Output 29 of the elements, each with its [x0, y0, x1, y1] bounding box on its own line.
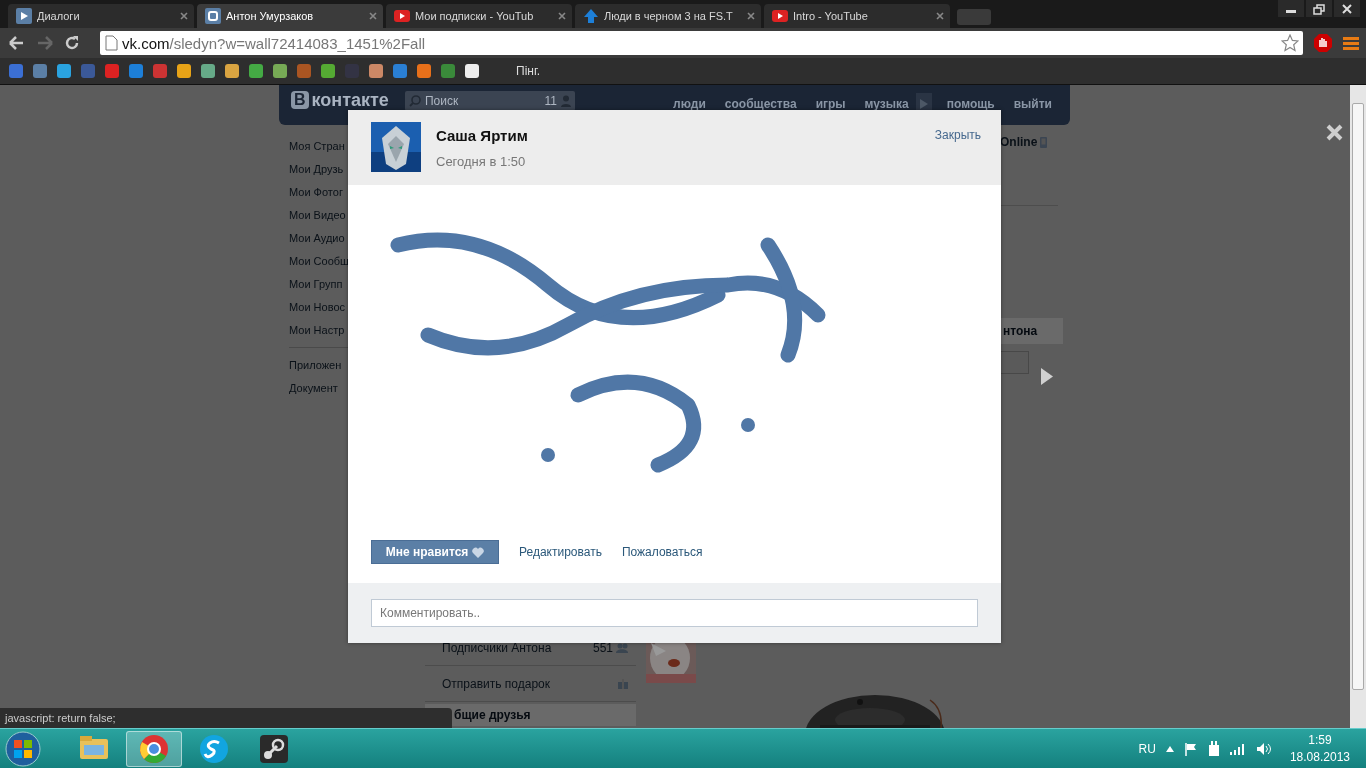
author-name[interactable]: Саша Яртим [436, 127, 528, 144]
like-button[interactable]: Мне нравится [371, 540, 499, 564]
status-tooltip: javascript: return false; [0, 708, 452, 728]
section-heading: бщие друзья [454, 708, 531, 722]
count: 551 [592, 640, 613, 655]
clock[interactable]: 1:59 18.08.2013 [1289, 733, 1350, 764]
profile-link[interactable]: Отправить подарок [425, 666, 636, 702]
nav-link[interactable]: игры [815, 97, 846, 111]
browser-tab[interactable]: Люди в черном 3 на FS.T [575, 4, 761, 28]
bookmark-link[interactable]: Пінг. [516, 64, 541, 78]
browser-tab[interactable]: Диалоги [8, 4, 194, 28]
action-link[interactable]: Редактировать [519, 545, 602, 559]
search-field[interactable]: Поиск 11 [404, 91, 575, 111]
nav-link[interactable]: люди [673, 97, 706, 111]
online-status: Online [1000, 135, 1038, 149]
language-indicator[interactable]: RU [1138, 741, 1156, 756]
comment-field[interactable]: Комментировать.. [371, 599, 978, 627]
action-link[interactable]: Пожаловаться [621, 545, 703, 559]
nav-link[interactable]: сообщества [724, 97, 797, 111]
nav-link[interactable]: помощь [946, 97, 995, 111]
section-heading: нтона [1003, 324, 1038, 338]
browser-tab[interactable]: Intro - YouTube [764, 4, 950, 28]
browser-tab[interactable]: Антон Умурзаков [197, 4, 383, 28]
nav-link[interactable]: выйти [1013, 97, 1052, 111]
site-logo[interactable]: В контакте [291, 91, 389, 109]
nav-link[interactable]: музыка [864, 97, 909, 111]
browser-tab[interactable]: Мои подписки - YouTub [386, 4, 572, 28]
post-date[interactable]: Сегодня в 1:50 [436, 154, 528, 169]
close-link[interactable]: Закрыть [934, 122, 981, 142]
